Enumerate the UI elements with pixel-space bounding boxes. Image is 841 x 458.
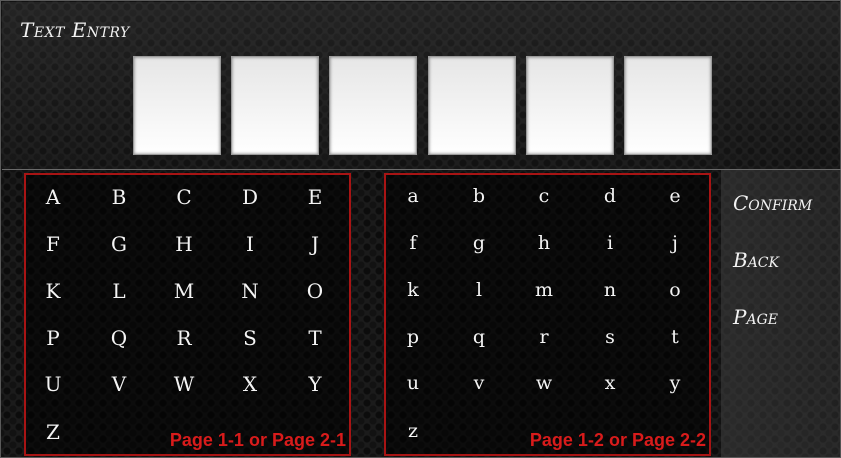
entry-slot-6[interactable] [624,56,712,155]
key-lower-u[interactable]: u [398,372,428,394]
key-upper-x[interactable]: X [235,372,265,396]
key-upper-a[interactable]: A [38,185,68,209]
key-lower-l[interactable]: l [464,279,494,301]
confirm-button[interactable]: Confirm [733,191,812,215]
key-upper-b[interactable]: B [104,185,134,209]
key-upper-r[interactable]: R [169,326,199,350]
key-upper-w[interactable]: W [169,372,199,396]
key-lower-p[interactable]: p [398,326,428,348]
key-lower-g[interactable]: g [464,232,494,254]
key-upper-v[interactable]: V [104,372,134,396]
key-upper-q[interactable]: Q [104,326,134,350]
key-upper-l[interactable]: L [104,279,134,303]
entry-slot-4[interactable] [428,56,516,155]
key-upper-d[interactable]: D [235,185,265,209]
key-lower-t[interactable]: t [660,326,690,348]
entry-slot-1[interactable] [133,56,221,155]
entry-slot-2[interactable] [231,56,319,155]
key-lower-i[interactable]: i [595,232,625,254]
key-lower-s[interactable]: s [595,326,625,348]
page-label-uppercase: Page 1-1 or Page 2-1 [169,430,346,450]
screen-title: Text Entry [20,18,130,42]
key-lower-f[interactable]: f [398,232,428,254]
key-upper-z[interactable]: Z [38,420,68,444]
text-entry-screen: Text Entry Page 1-1 or Page 2-1 A B C D E F G H… [0,0,841,458]
key-upper-i[interactable]: I [235,232,265,256]
key-lower-b[interactable]: b [464,185,494,207]
key-upper-e[interactable]: E [300,185,330,209]
key-upper-c[interactable]: C [169,185,199,209]
key-lower-e[interactable]: e [660,185,690,207]
key-lower-c[interactable]: c [529,185,559,207]
key-lower-v[interactable]: v [464,372,494,394]
divider [2,169,841,170]
key-lower-y[interactable]: y [660,372,690,394]
key-lower-x[interactable]: x [595,372,625,394]
key-lower-w[interactable]: w [529,372,559,394]
key-lower-k[interactable]: k [398,279,428,301]
key-upper-o[interactable]: O [300,279,330,303]
key-lower-r[interactable]: r [529,326,559,348]
key-lower-h[interactable]: h [529,232,559,254]
entry-slot-5[interactable] [526,56,614,155]
key-lower-n[interactable]: n [595,279,625,301]
key-upper-f[interactable]: F [38,232,68,256]
key-upper-g[interactable]: G [104,232,134,256]
key-lower-z[interactable]: z [398,420,428,442]
key-upper-y[interactable]: Y [300,372,330,396]
key-upper-k[interactable]: K [38,279,68,303]
key-upper-n[interactable]: N [235,279,265,303]
key-upper-p[interactable]: P [38,326,68,350]
key-lower-a[interactable]: a [398,185,428,207]
key-upper-s[interactable]: S [235,326,265,350]
lowercase-key-grid: Page 1-2 or Page 2-2 a b c d e f g h i j k l m n o p q r s… [384,173,711,456]
page-button[interactable]: Page [733,305,778,329]
key-upper-u[interactable]: U [38,372,68,396]
uppercase-key-grid: Page 1-1 or Page 2-1 A B C D E F G H I J K L M N O P Q R S… [24,173,351,456]
key-lower-q[interactable]: q [464,326,494,348]
key-lower-m[interactable]: m [529,279,559,301]
key-lower-o[interactable]: o [660,279,690,301]
entry-slot-3[interactable] [329,56,417,155]
key-lower-j[interactable]: j [660,232,690,254]
back-button[interactable]: Back [733,248,779,272]
key-upper-h[interactable]: H [169,232,199,256]
key-upper-t[interactable]: T [300,326,330,350]
key-upper-j[interactable]: J [300,232,330,256]
key-upper-m[interactable]: M [169,279,199,303]
key-lower-d[interactable]: d [595,185,625,207]
page-label-lowercase: Page 1-2 or Page 2-2 [529,430,706,450]
